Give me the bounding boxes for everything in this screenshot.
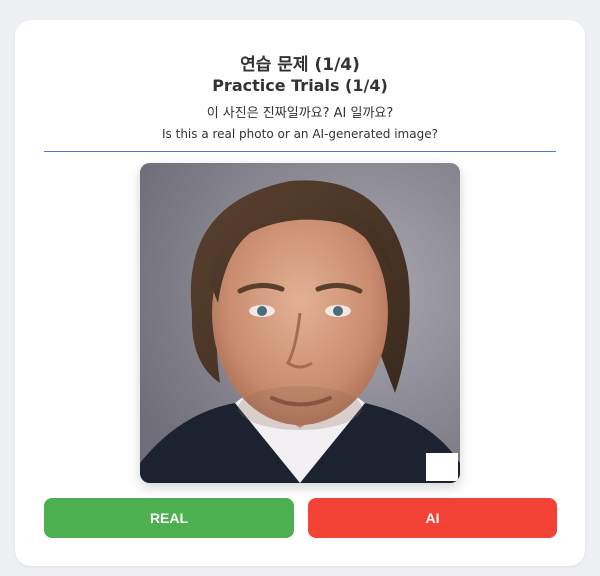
white-square-overlay <box>426 453 458 481</box>
page-title-korean: 연습 문제 (1/4) <box>240 55 360 75</box>
question-english: Is this a real photo or an AI-generated … <box>162 127 438 141</box>
ai-button[interactable]: AI <box>308 498 557 538</box>
divider <box>44 151 556 152</box>
trial-photo <box>140 163 460 483</box>
portrait-image <box>140 163 460 483</box>
question-korean: 이 사진은 진짜일까요? AI 일까요? <box>206 106 394 121</box>
page-title-english: Practice Trials (1/4) <box>212 76 388 95</box>
real-button[interactable]: REAL <box>44 498 294 538</box>
trial-card: 연습 문제 (1/4) Practice Trials (1/4) 이 사진은 … <box>15 20 585 566</box>
